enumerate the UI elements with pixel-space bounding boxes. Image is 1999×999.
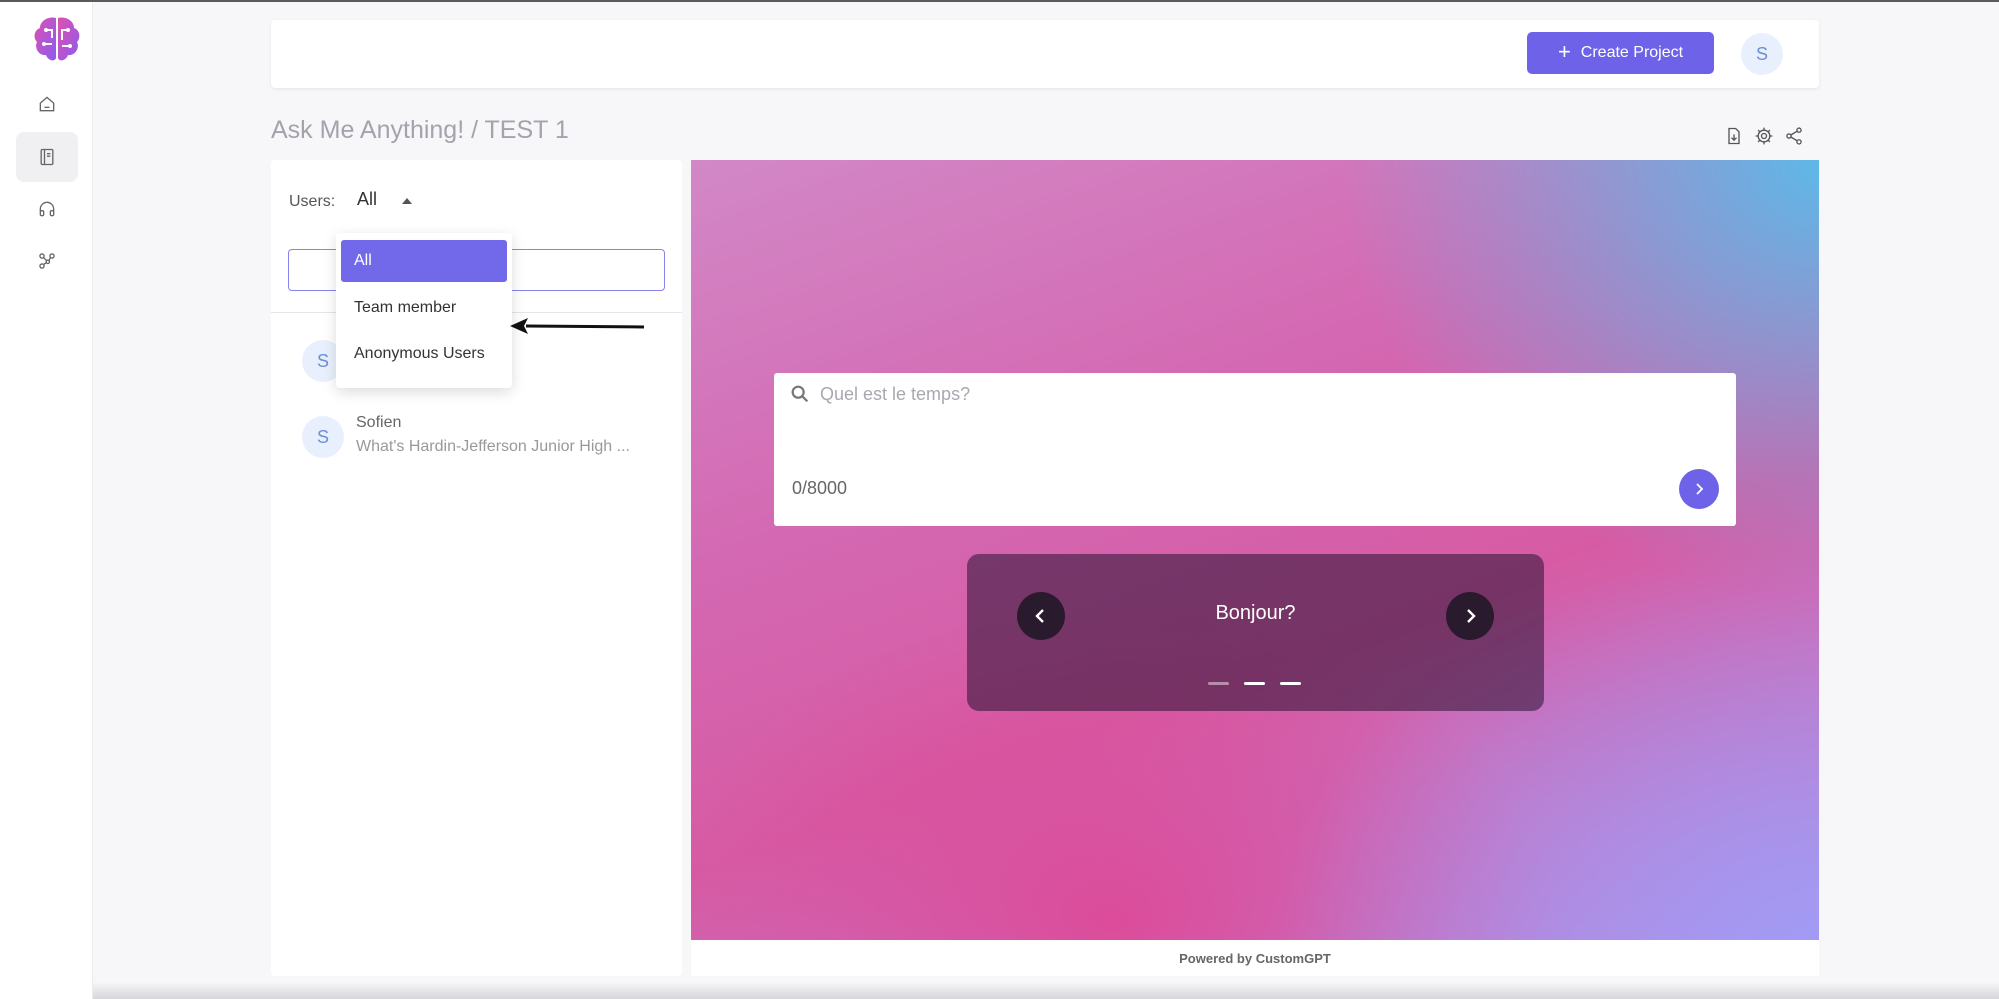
window-top-border bbox=[0, 0, 1999, 2]
dropdown-option-anonymous-users[interactable]: Anonymous Users bbox=[336, 333, 512, 375]
chat-input-card[interactable]: Quel est le temps? 0/8000 bbox=[774, 373, 1736, 526]
dropdown-option-all[interactable]: All bbox=[341, 240, 507, 282]
users-filter-label: Users: bbox=[289, 193, 336, 210]
conversation-item[interactable]: S Sofien What's Hardin-Jefferson Junior … bbox=[302, 414, 648, 458]
carousel-indicators bbox=[1208, 682, 1301, 685]
plus-icon: + bbox=[1557, 39, 1571, 64]
home-icon bbox=[39, 96, 55, 112]
chat-input-placeholder[interactable]: Quel est le temps? bbox=[820, 384, 970, 405]
left-rail bbox=[0, 2, 93, 999]
search-icon bbox=[791, 385, 809, 403]
character-counter: 0/8000 bbox=[792, 478, 848, 498]
gear-icon[interactable] bbox=[1754, 126, 1774, 146]
avatar: S bbox=[302, 416, 344, 458]
book-icon bbox=[40, 148, 54, 166]
chevron-right-icon bbox=[1696, 483, 1704, 495]
dropdown-option-team-member[interactable]: Team member bbox=[336, 287, 512, 329]
chevron-right-icon bbox=[1467, 609, 1476, 623]
users-filter-select[interactable]: All bbox=[357, 189, 377, 210]
headphones-icon bbox=[39, 201, 55, 217]
chat-preview-area: Quel est le temps? 0/8000 Bonjour? bbox=[691, 160, 1819, 940]
conversation-name: Sofien bbox=[356, 414, 402, 431]
rail-projects-button[interactable] bbox=[16, 132, 78, 182]
brain-logo-icon[interactable] bbox=[30, 12, 84, 66]
example-prompts-carousel: Bonjour? bbox=[967, 554, 1544, 711]
top-header: + Create Project S bbox=[271, 20, 1819, 88]
export-icon[interactable] bbox=[1724, 126, 1744, 146]
annotation-arrow-icon bbox=[510, 318, 645, 334]
share-icon[interactable] bbox=[1784, 126, 1804, 146]
rail-integrations-button[interactable] bbox=[16, 236, 78, 286]
carousel-dot[interactable] bbox=[1208, 682, 1229, 685]
create-project-label: Create Project bbox=[1580, 44, 1684, 61]
create-project-button[interactable]: + Create Project bbox=[1527, 32, 1714, 74]
bottom-shadow bbox=[93, 982, 1999, 999]
caret-up-icon[interactable] bbox=[402, 198, 412, 204]
conversation-preview: What's Hardin-Jefferson Junior High ... bbox=[356, 438, 630, 455]
rail-home-button[interactable] bbox=[16, 79, 78, 129]
rail-support-button[interactable] bbox=[16, 184, 78, 234]
powered-by-footer: Powered by CustomGPT bbox=[691, 940, 1819, 976]
carousel-next-button[interactable] bbox=[1446, 592, 1494, 640]
user-avatar[interactable]: S bbox=[1741, 33, 1783, 75]
breadcrumb: Ask Me Anything! / TEST 1 bbox=[271, 116, 569, 144]
carousel-dot[interactable] bbox=[1280, 682, 1301, 685]
send-button[interactable] bbox=[1679, 469, 1719, 509]
project-toolbar bbox=[1724, 126, 1804, 146]
integrations-icon bbox=[39, 253, 55, 269]
carousel-dot[interactable] bbox=[1244, 682, 1265, 685]
users-filter-dropdown: All Team member Anonymous Users bbox=[336, 233, 512, 388]
